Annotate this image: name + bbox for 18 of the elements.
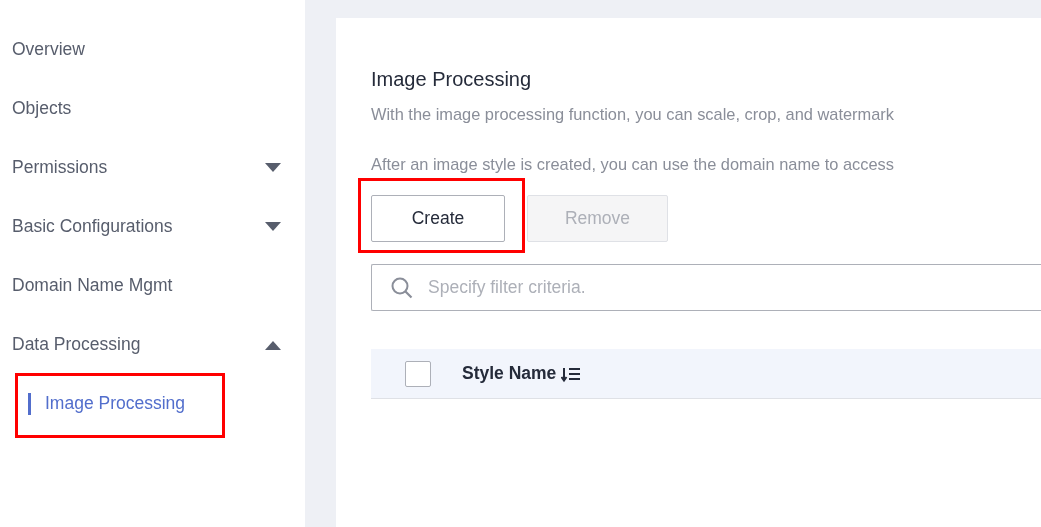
sidebar-item[interactable]: Overview — [0, 20, 305, 79]
create-button[interactable]: Create — [371, 195, 505, 242]
description-text: With the image processing function, you can scale, crop, and watermark — [371, 105, 895, 124]
column-header[interactable]: Style Name — [462, 363, 557, 384]
caret-icon[interactable] — [265, 221, 281, 232]
checkbox[interactable] — [405, 360, 431, 387]
sidebar-subitem[interactable]: Image Processing — [45, 393, 186, 414]
caret-icon[interactable] — [265, 339, 281, 350]
sidebar-item[interactable]: Objects — [0, 79, 305, 138]
sidebar-item[interactable]: Basic Configurations — [0, 197, 305, 256]
search-icon — [391, 277, 413, 299]
page-title: Image Processing — [371, 68, 533, 91]
sidebar-item[interactable]: Domain Name Mgmt — [0, 256, 305, 315]
description-text: After an image style is created, you can use the domain name to access — [371, 155, 895, 174]
search-field[interactable]: Specify filter criteria. — [371, 264, 1041, 311]
sidebar-item[interactable]: Data Processing — [0, 315, 305, 374]
caret-icon[interactable] — [265, 162, 281, 173]
sidebar-item[interactable]: Permissions — [0, 138, 305, 197]
